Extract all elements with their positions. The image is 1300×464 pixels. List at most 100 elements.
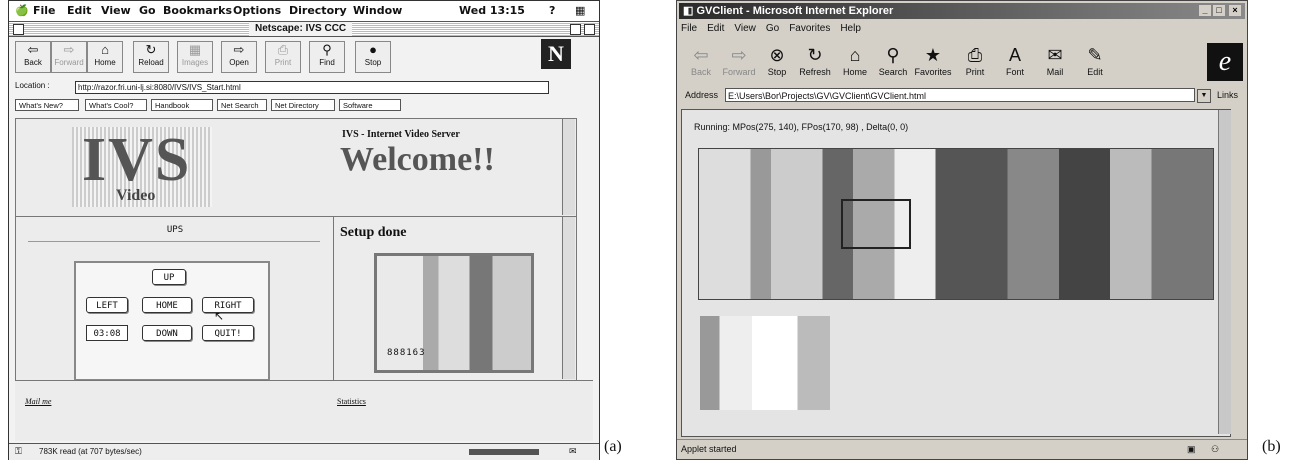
- favorites-label: Favorites: [914, 67, 952, 77]
- forward-button[interactable]: ⇨ Forward: [51, 41, 87, 73]
- whats-new-button[interactable]: What's New?: [15, 99, 79, 111]
- stop-label: Stop: [364, 58, 382, 67]
- zoom-box-icon[interactable]: [570, 24, 581, 35]
- forward-icon: ⇨: [63, 42, 75, 57]
- edit-button[interactable]: ✎ Edit: [1075, 43, 1115, 83]
- scrollbar[interactable]: [562, 119, 575, 215]
- minimize-icon[interactable]: _: [1199, 5, 1211, 16]
- stop-button[interactable]: ● Stop: [355, 41, 391, 73]
- print-label: Print: [965, 67, 985, 77]
- menu-go[interactable]: Go: [766, 23, 779, 34]
- home-button[interactable]: HOME: [142, 297, 192, 313]
- address-bar: Address E:\Users\Bor\Projects\GV\GVClien…: [681, 87, 1243, 105]
- back-label: Back: [690, 67, 711, 77]
- menubar-clock: Wed 13:15: [459, 4, 525, 17]
- menu-edit[interactable]: Edit: [67, 4, 91, 17]
- address-input[interactable]: E:\Users\Bor\Projects\GV\GVClient\GVClie…: [725, 88, 1195, 102]
- collapse-box-icon[interactable]: [584, 24, 595, 35]
- net-directory-button[interactable]: Net Directory: [271, 99, 335, 111]
- status-bar: ⚿ 783K read (at 707 bytes/sec) ✉: [9, 443, 599, 460]
- find-icon: ⚲: [322, 42, 332, 57]
- stop-button[interactable]: ⊗ Stop: [757, 43, 797, 83]
- address-dropdown-icon[interactable]: ▼: [1197, 89, 1211, 103]
- search-label: Search: [878, 67, 908, 77]
- left-button[interactable]: LEFT: [86, 297, 128, 313]
- links-button[interactable]: Links: [1217, 90, 1238, 100]
- print-icon: ⎙: [967, 45, 983, 65]
- scrollbar[interactable]: [562, 217, 575, 379]
- home-button[interactable]: ⌂ Home: [87, 41, 123, 73]
- mail-icon: ✉: [1047, 45, 1063, 65]
- back-button[interactable]: ⇦ Back: [15, 41, 51, 73]
- net-search-button[interactable]: Net Search: [217, 99, 267, 111]
- down-button[interactable]: DOWN: [142, 325, 192, 341]
- menu-view[interactable]: View: [734, 23, 756, 34]
- print-button[interactable]: ⎙ Print: [955, 43, 995, 83]
- window-titlebar[interactable]: Netscape: IVS CCC: [9, 22, 599, 37]
- favorites-button[interactable]: ★ Favorites: [913, 43, 953, 83]
- forward-label: Forward: [722, 67, 756, 77]
- mail-status-icon[interactable]: ✉: [569, 446, 577, 457]
- mail-link[interactable]: Mail me: [25, 397, 51, 406]
- search-button[interactable]: ⚲ Search: [873, 43, 913, 83]
- ivs-logo: IVS Video: [72, 127, 212, 207]
- print-button[interactable]: ⎙ Print: [265, 41, 301, 73]
- refresh-button[interactable]: ↻ Refresh: [795, 43, 835, 83]
- font-label: Font: [1005, 67, 1024, 77]
- security-key-icon: ⚿: [15, 446, 22, 456]
- find-button[interactable]: ⚲ Find: [309, 41, 345, 73]
- back-icon: ⇦: [693, 45, 709, 65]
- reload-icon: ↻: [145, 42, 157, 57]
- menu-bookmarks[interactable]: Bookmarks: [163, 4, 232, 17]
- menu-options[interactable]: Options: [233, 4, 281, 17]
- open-button[interactable]: ⇨ Open: [221, 41, 257, 73]
- forward-button[interactable]: ⇨ Forward: [719, 43, 759, 83]
- whats-cool-button[interactable]: What's Cool?: [85, 99, 147, 111]
- menu-help[interactable]: Help: [840, 23, 861, 34]
- vertical-scrollbar[interactable]: [1218, 110, 1231, 434]
- reload-button[interactable]: ↻ Reload: [133, 41, 169, 73]
- menu-window[interactable]: Window: [353, 4, 402, 17]
- caption-a: (a): [604, 438, 622, 455]
- apple-menu-icon[interactable]: 🍏: [15, 4, 29, 17]
- caption-b: (b): [1262, 438, 1281, 455]
- close-box-icon[interactable]: [13, 24, 24, 35]
- menu-edit[interactable]: Edit: [707, 23, 724, 34]
- application-icon[interactable]: ▦: [575, 4, 585, 17]
- help-icon[interactable]: ?: [549, 4, 555, 17]
- menu-directory[interactable]: Directory: [289, 4, 347, 17]
- handbook-button[interactable]: Handbook: [151, 99, 213, 111]
- font-icon: A: [1008, 45, 1021, 65]
- menu-file[interactable]: File: [681, 23, 697, 34]
- window-titlebar[interactable]: ◧ GVClient - Microsoft Internet Explorer…: [679, 3, 1245, 19]
- font-button[interactable]: A Font: [995, 43, 1035, 83]
- viewport-rectangle[interactable]: [841, 199, 911, 249]
- close-icon[interactable]: ×: [1229, 5, 1241, 16]
- mail-button[interactable]: ✉ Mail: [1035, 43, 1075, 83]
- quit-button[interactable]: QUIT!: [202, 325, 254, 341]
- header-subtitle: IVS - Internet Video Server: [342, 129, 460, 140]
- location-input[interactable]: http://razor.fri.uni-lj.si:8080/IVS/IVS_…: [75, 81, 549, 94]
- print-label: Print: [274, 58, 292, 67]
- menu-favorites[interactable]: Favorites: [789, 23, 830, 34]
- images-button[interactable]: ▦ Images: [177, 41, 213, 73]
- images-label: Images: [181, 58, 209, 67]
- up-button[interactable]: UP: [152, 269, 186, 285]
- home-label: Home: [842, 67, 867, 77]
- window-title: GVClient - Microsoft Internet Explorer: [696, 5, 894, 17]
- panorama-image[interactable]: [698, 148, 1214, 300]
- software-button[interactable]: Software: [339, 99, 401, 111]
- menu-file[interactable]: File: [33, 4, 56, 17]
- menu-view[interactable]: View: [101, 4, 131, 17]
- back-button[interactable]: ⇦ Back: [681, 43, 721, 83]
- window-title: Netscape: IVS CCC: [249, 22, 353, 36]
- statistics-link[interactable]: Statistics: [337, 397, 366, 406]
- menu-go[interactable]: Go: [139, 4, 156, 17]
- status-text: Applet started: [681, 444, 737, 454]
- home-button[interactable]: ⌂ Home: [835, 43, 875, 83]
- image-frame: Setup done 888163: [333, 216, 577, 382]
- maximize-icon[interactable]: □: [1213, 5, 1225, 16]
- favorites-icon: ★: [924, 45, 942, 65]
- images-icon: ▦: [188, 42, 202, 57]
- right-button[interactable]: RIGHT: [202, 297, 254, 313]
